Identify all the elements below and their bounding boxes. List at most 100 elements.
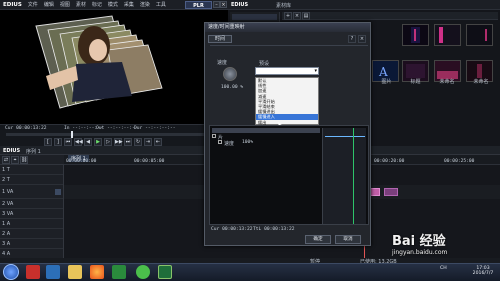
- menu-item-clip[interactable]: 素材: [73, 1, 89, 8]
- bin-new-icon[interactable]: +: [284, 12, 292, 20]
- row-checkbox[interactable]: [212, 134, 216, 138]
- dropdown-option[interactable]: 缓出: [256, 120, 318, 125]
- play-icon[interactable]: ▶: [94, 138, 102, 146]
- cur-timecode: Cur 00:00:13:22: [5, 126, 47, 131]
- link-icon[interactable]: ⛓: [20, 156, 28, 164]
- graph-row[interactable]: 片: [212, 134, 224, 141]
- track-header[interactable]: 2 VA: [0, 199, 63, 209]
- track-header[interactable]: 2 T: [0, 175, 63, 185]
- set-in-button[interactable]: [: [44, 138, 52, 146]
- fast-forward-icon[interactable]: ▶▶: [114, 138, 123, 146]
- app-name: EDIUS: [3, 1, 22, 8]
- bin-title: 素材库: [276, 3, 292, 9]
- scrub-handle[interactable]: [70, 131, 73, 138]
- graph-row-value: 100%: [242, 140, 254, 145]
- bin-grid: A: [372, 22, 498, 102]
- tray-clock[interactable]: 17:03 2016/7/7: [470, 266, 496, 276]
- menu-item-marker[interactable]: 标记: [89, 1, 105, 8]
- bin-clip-thumb[interactable]: [466, 24, 493, 46]
- graph-playhead: [353, 128, 354, 224]
- player-preview[interactable]: [0, 10, 228, 124]
- track-lock-icon[interactable]: [55, 188, 61, 195]
- dialog-tab-time[interactable]: 时间: [208, 35, 232, 43]
- row-checkbox[interactable]: [218, 140, 222, 144]
- insert-button[interactable]: ⇥: [144, 138, 152, 146]
- speed-label: 速度: [217, 60, 228, 66]
- taskbar-app-icon[interactable]: [112, 265, 126, 279]
- loop-icon[interactable]: ↻: [134, 138, 142, 146]
- go-to-end-icon[interactable]: ⏭: [124, 138, 132, 146]
- bin-clip-thumb[interactable]: [434, 24, 461, 46]
- clip-block[interactable]: [370, 188, 380, 196]
- speed-knob[interactable]: [223, 67, 237, 81]
- dialog-cur-timecode: Cur 00:00:13:22: [211, 227, 253, 232]
- taskbar-app-icon[interactable]: [158, 265, 172, 279]
- timeline-app-name: EDIUS: [3, 148, 21, 154]
- taskbar-folder-icon[interactable]: [68, 265, 82, 279]
- menu-item-render[interactable]: 渲染: [137, 1, 153, 8]
- graph-row-label: 速度: [224, 141, 235, 147]
- graph-curve-area[interactable]: [322, 128, 366, 224]
- clip-block[interactable]: [384, 188, 398, 196]
- taskbar-app-icon[interactable]: [46, 265, 60, 279]
- speed-value: 100.00 %: [221, 85, 244, 90]
- menu-item-edit[interactable]: 编辑: [41, 1, 57, 8]
- clock-date: 2016/7/7: [472, 271, 494, 276]
- taskbar-browser-icon[interactable]: [90, 265, 104, 279]
- menu-item-capture[interactable]: 采集: [121, 1, 137, 8]
- bin-toolbar: + × ▤: [282, 12, 498, 20]
- track-header[interactable]: 3 VA: [0, 209, 63, 219]
- ruler-label: 00:00:25:00: [444, 159, 475, 164]
- track-header[interactable]: 1 VA: [0, 185, 63, 199]
- keyframe-graph[interactable]: 片 速度 100%: [209, 125, 369, 225]
- track-headers: 1 T 2 T 1 VA 2 VA 3 VA 1 A 2 A 3 A 4 A: [0, 165, 64, 263]
- cancel-button[interactable]: 取消: [335, 235, 361, 244]
- bin-view-icon[interactable]: ▤: [302, 12, 310, 20]
- tray-item[interactable]: CH: [440, 266, 447, 271]
- minimize-icon[interactable]: –: [213, 1, 220, 8]
- dialog-divider: [210, 45, 368, 46]
- track-header[interactable]: 1 T: [0, 165, 63, 175]
- dialog-close-icon[interactable]: ×: [358, 35, 366, 43]
- folder-root[interactable]: [232, 14, 277, 20]
- track-label: 2 A: [2, 230, 11, 237]
- mode-icon[interactable]: ⇄: [2, 156, 10, 164]
- track-header[interactable]: 3 A: [0, 239, 63, 249]
- bin-titlebar: EDIUS 素材库: [228, 0, 500, 10]
- step-back-icon[interactable]: ◀: [84, 138, 92, 146]
- snap-icon[interactable]: ⌖: [11, 156, 19, 164]
- step-forward-icon[interactable]: ▷: [104, 138, 112, 146]
- bin-clip-thumb[interactable]: [402, 24, 429, 46]
- rewind-icon[interactable]: ◀◀: [74, 138, 83, 146]
- track-label: 4 A: [2, 250, 11, 257]
- track-label: 3 VA: [2, 210, 14, 217]
- preset-label: 预设: [259, 61, 270, 67]
- preset-dropdown[interactable]: ▾: [255, 67, 319, 75]
- close-icon[interactable]: ×: [220, 1, 227, 8]
- go-to-start-icon[interactable]: ⏮: [64, 138, 72, 146]
- set-out-button[interactable]: ]: [54, 138, 62, 146]
- track-header[interactable]: 2 A: [0, 229, 63, 239]
- tray-area[interactable]: CH: [440, 266, 447, 271]
- menu-item-view[interactable]: 视图: [57, 1, 73, 8]
- taskbar-app-icon[interactable]: [26, 265, 40, 279]
- start-button[interactable]: [3, 264, 19, 280]
- overwrite-button[interactable]: ⇤: [154, 138, 162, 146]
- graph-row-label: 片: [218, 135, 224, 141]
- menu-item-file[interactable]: 文件: [25, 1, 41, 8]
- track-label: 1 T: [2, 166, 10, 173]
- scrub-bar[interactable]: [6, 131, 222, 138]
- graph-row[interactable]: 速度 100%: [218, 140, 254, 147]
- taskbar-app-icon[interactable]: [136, 265, 150, 279]
- track-header[interactable]: 1 A: [0, 219, 63, 229]
- menu-item-tools[interactable]: 工具: [153, 1, 169, 8]
- plr-rec-indicator[interactable]: PLR: [185, 1, 212, 9]
- dialog-help-icon[interactable]: ?: [348, 35, 356, 43]
- bin-delete-icon[interactable]: ×: [293, 12, 301, 20]
- menu-item-mode[interactable]: 模式: [105, 1, 121, 8]
- ruler-label: 00:00:00:00: [66, 159, 97, 164]
- preset-dropdown-list[interactable]: 默认 线性 加速 减速 平滑开始 平滑结束 缓慢进出 缓慢进入 缓出: [255, 77, 319, 125]
- dur-timecode: Dur --:--:--:--: [134, 126, 176, 131]
- ok-button[interactable]: 确定: [305, 235, 331, 244]
- ruler-label: 00:00:20:00: [374, 159, 405, 164]
